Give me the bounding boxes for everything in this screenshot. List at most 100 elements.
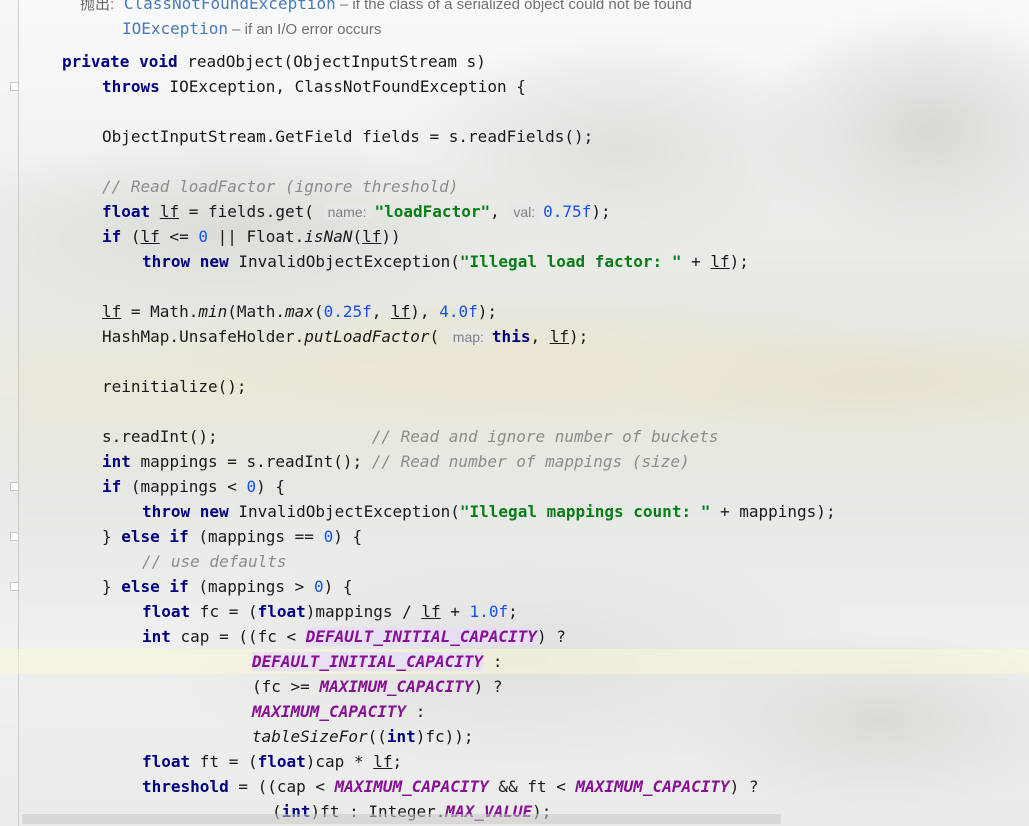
code-token: putLoadFactor	[304, 327, 430, 346]
code-token: private void	[62, 52, 178, 71]
code-token: tableSizeFor	[252, 727, 368, 746]
code-token: HashMap.UnsafeHolder.	[102, 327, 305, 346]
code-token: lf	[159, 202, 180, 221]
code-line[interactable]: float fc = (float)mappings / lf + 1.0f;	[0, 599, 1029, 624]
code-token: int	[142, 627, 171, 646]
code-token: "Illegal load factor: "	[459, 252, 682, 271]
code-token: lf	[140, 227, 160, 246]
code-line[interactable]: float ft = (float)cap * lf;	[0, 749, 1029, 774]
code-token: ObjectInputStream.GetField fields = s.re…	[102, 127, 594, 146]
code-token: float	[142, 602, 191, 621]
code-line[interactable]: int cap = ((fc < DEFAULT_INITIAL_CAPACIT…	[0, 624, 1029, 649]
code-line[interactable]: float lf = fields.get( name: "loadFactor"…	[0, 199, 1029, 224]
javadoc-throws-label: 抛出:	[80, 0, 115, 13]
javadoc-exception-description: – if the class of a serialized object co…	[335, 0, 692, 13]
code-token: InvalidObjectException(	[228, 502, 460, 521]
code-line[interactable]: HashMap.UnsafeHolder.putLoadFactor( map:…	[0, 324, 1029, 349]
code-token: if	[102, 477, 122, 496]
javadoc-throws-line: IOException – if an I/O error occurs	[122, 16, 381, 41]
code-token: 0	[323, 527, 334, 546]
code-line[interactable]: throw new InvalidObjectException("Illega…	[0, 499, 1029, 524]
code-line[interactable]: threshold = ((cap < MAXIMUM_CAPACITY && …	[0, 774, 1029, 799]
code-line[interactable]: private void readObject(ObjectInputStrea…	[0, 49, 1029, 74]
code-line[interactable]: // Read loadFactor (ignore threshold)	[0, 174, 1029, 199]
code-line[interactable]: } else if (mappings == 0) {	[0, 524, 1029, 549]
code-token: else if	[121, 577, 189, 596]
parameter-hint: name:	[323, 204, 371, 220]
horizontal-scrollbar[interactable]	[22, 814, 781, 824]
code-token: // Read loadFactor (ignore threshold)	[102, 177, 459, 196]
code-line[interactable]: throws IOException, ClassNotFoundExcepti…	[0, 74, 1029, 99]
code-token: lf	[102, 302, 122, 321]
code-token: InvalidObjectException(	[228, 252, 460, 271]
code-token: 1.0f	[469, 602, 509, 621]
code-token: throw new	[142, 252, 229, 271]
code-line[interactable]: MAXIMUM_CAPACITY :	[0, 699, 1029, 724]
code-token: max	[285, 302, 314, 321]
code-line[interactable]: if (mappings < 0) {	[0, 474, 1029, 499]
parameter-hint: val:	[509, 204, 540, 220]
code-line[interactable]: // use defaults	[0, 549, 1029, 574]
parameter-hint: map:	[448, 329, 488, 345]
javadoc-exception-description: – if an I/O error occurs	[227, 21, 382, 38]
code-token: MAXIMUM_CAPACITY	[575, 777, 730, 796]
code-token: 0.75f	[543, 202, 592, 221]
code-token: 0	[198, 227, 208, 246]
code-token: float	[257, 752, 306, 771]
code-token: threshold	[142, 777, 229, 796]
code-token: "loadFactor"	[374, 202, 491, 221]
code-token: 0	[313, 577, 324, 596]
code-token: MAXIMUM_CAPACITY	[252, 702, 407, 721]
code-line[interactable]: } else if (mappings > 0) {	[0, 574, 1029, 599]
code-token: s.readInt();	[102, 427, 218, 446]
code-token: min	[198, 302, 228, 321]
code-token: // use defaults	[142, 552, 287, 571]
javadoc-exception-link[interactable]: ClassNotFoundException	[124, 0, 336, 13]
code-token: isNaN	[304, 227, 353, 246]
code-editor[interactable]: 抛出: ClassNotFoundException – if the clas…	[0, 0, 1029, 826]
code-line[interactable]: if (lf <= 0 || Float.isNaN(lf))	[0, 224, 1029, 249]
code-token: lf	[549, 327, 569, 346]
code-line[interactable]: lf = Math.min(Math.max(0.25f, lf), 4.0f)…	[0, 299, 1029, 324]
javadoc-throws-line: 抛出: ClassNotFoundException – if the clas…	[80, 0, 692, 16]
code-token: throw new	[142, 502, 229, 521]
javadoc-exception-link[interactable]: IOException	[122, 19, 228, 38]
code-token: lf	[391, 302, 411, 321]
code-token: lf	[362, 227, 382, 246]
code-token: 0.25f	[323, 302, 372, 321]
code-token: int	[386, 727, 416, 746]
current-code-line[interactable]: DEFAULT_INITIAL_CAPACITY :	[0, 649, 1029, 674]
code-token: throws	[102, 77, 160, 96]
code-token: MAXIMUM_CAPACITY	[334, 777, 489, 796]
code-token: = fields.get(	[179, 202, 314, 221]
code-token: DEFAULT_INITIAL_CAPACITY	[305, 627, 537, 646]
code-token: readObject(ObjectInputStream s)	[177, 52, 486, 71]
code-token: reinitialize();	[102, 377, 247, 396]
code-token: // Read and ignore number of buckets	[371, 427, 719, 446]
code-token: 4.0f	[439, 302, 478, 321]
code-token: float	[257, 602, 306, 621]
code-token: // Read number of mappings (size)	[371, 452, 690, 471]
code-token: MAXIMUM_CAPACITY	[319, 677, 474, 696]
code-token: lf	[710, 252, 730, 271]
code-token: float	[142, 752, 191, 771]
code-line[interactable]: s.readInt(); // Read and ignore number o…	[0, 424, 1029, 449]
code-line[interactable]: tableSizeFor((int)fc));	[0, 724, 1029, 749]
code-line[interactable]: throw new InvalidObjectException("Illega…	[0, 249, 1029, 274]
code-token: int	[102, 452, 131, 471]
code-line[interactable]: int mappings = s.readInt(); // Read numb…	[0, 449, 1029, 474]
code-token: lf	[373, 752, 393, 771]
code-token: this	[491, 327, 531, 346]
code-token: lf	[421, 602, 441, 621]
code-token: IOException, ClassNotFoundException {	[159, 77, 526, 96]
code-token: float	[102, 202, 151, 221]
code-token: 0	[246, 477, 257, 496]
code-token: DEFAULT_INITIAL_CAPACITY	[252, 652, 484, 671]
code-token: if	[102, 227, 122, 246]
code-token: else if	[121, 527, 189, 546]
code-line[interactable]: ObjectInputStream.GetField fields = s.re…	[0, 124, 1029, 149]
code-token: mappings = s.readInt();	[130, 452, 372, 471]
code-token: "Illegal mappings count: "	[459, 502, 711, 521]
code-line[interactable]: (fc >= MAXIMUM_CAPACITY) ?	[0, 674, 1029, 699]
code-line[interactable]: reinitialize();	[0, 374, 1029, 399]
